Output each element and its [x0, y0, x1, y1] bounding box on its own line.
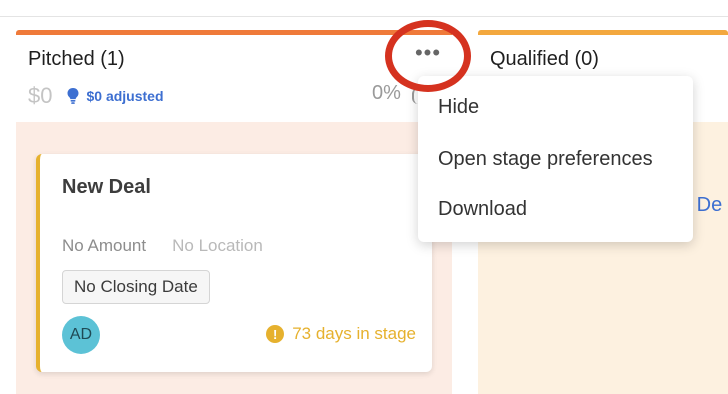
stage-column-pitched: Pitched (1) $0 $0 adjusted 0% New Deal N… [16, 30, 452, 394]
more-horizontal-icon: ••• [414, 40, 442, 65]
deal-amount: No Amount [62, 236, 147, 255]
deal-location: No Location [172, 236, 263, 255]
closing-date-chip[interactable]: No Closing Date [62, 270, 210, 304]
stage-percent: 0% [372, 82, 401, 104]
stage-title: Qualified (0) [490, 48, 599, 70]
adjusted-label: $0 adjusted [86, 88, 164, 104]
adjusted-amount[interactable]: $0 adjusted [66, 88, 164, 104]
lightbulb-icon [67, 88, 79, 104]
menu-item-open-stage-preferences[interactable]: Open stage preferences [438, 148, 653, 171]
days-in-stage-label: 73 days in stage [292, 324, 416, 343]
stage-stats: $0 $0 adjusted [28, 82, 164, 110]
avatar[interactable]: AD [62, 316, 100, 354]
warning-icon: ! [266, 325, 285, 343]
deal-card[interactable]: New Deal No Amount No Location No Closin… [36, 154, 432, 372]
stage-color-bar [478, 30, 728, 35]
menu-item-hide[interactable]: Hide [438, 96, 479, 119]
top-divider [0, 16, 728, 17]
deal-meta: No Amount No Location [62, 236, 263, 256]
stage-amount: $0 [28, 83, 53, 108]
stage-color-bar [16, 30, 452, 35]
deal-title[interactable]: New Deal [62, 176, 151, 199]
more-options-button[interactable]: ••• [385, 20, 471, 92]
stage-title: Pitched (1) [28, 48, 125, 70]
stage-options-menu: Hide Open stage preferences Download [418, 76, 693, 242]
menu-item-download[interactable]: Download [438, 198, 527, 221]
days-in-stage: ! 73 days in stage [266, 324, 416, 344]
